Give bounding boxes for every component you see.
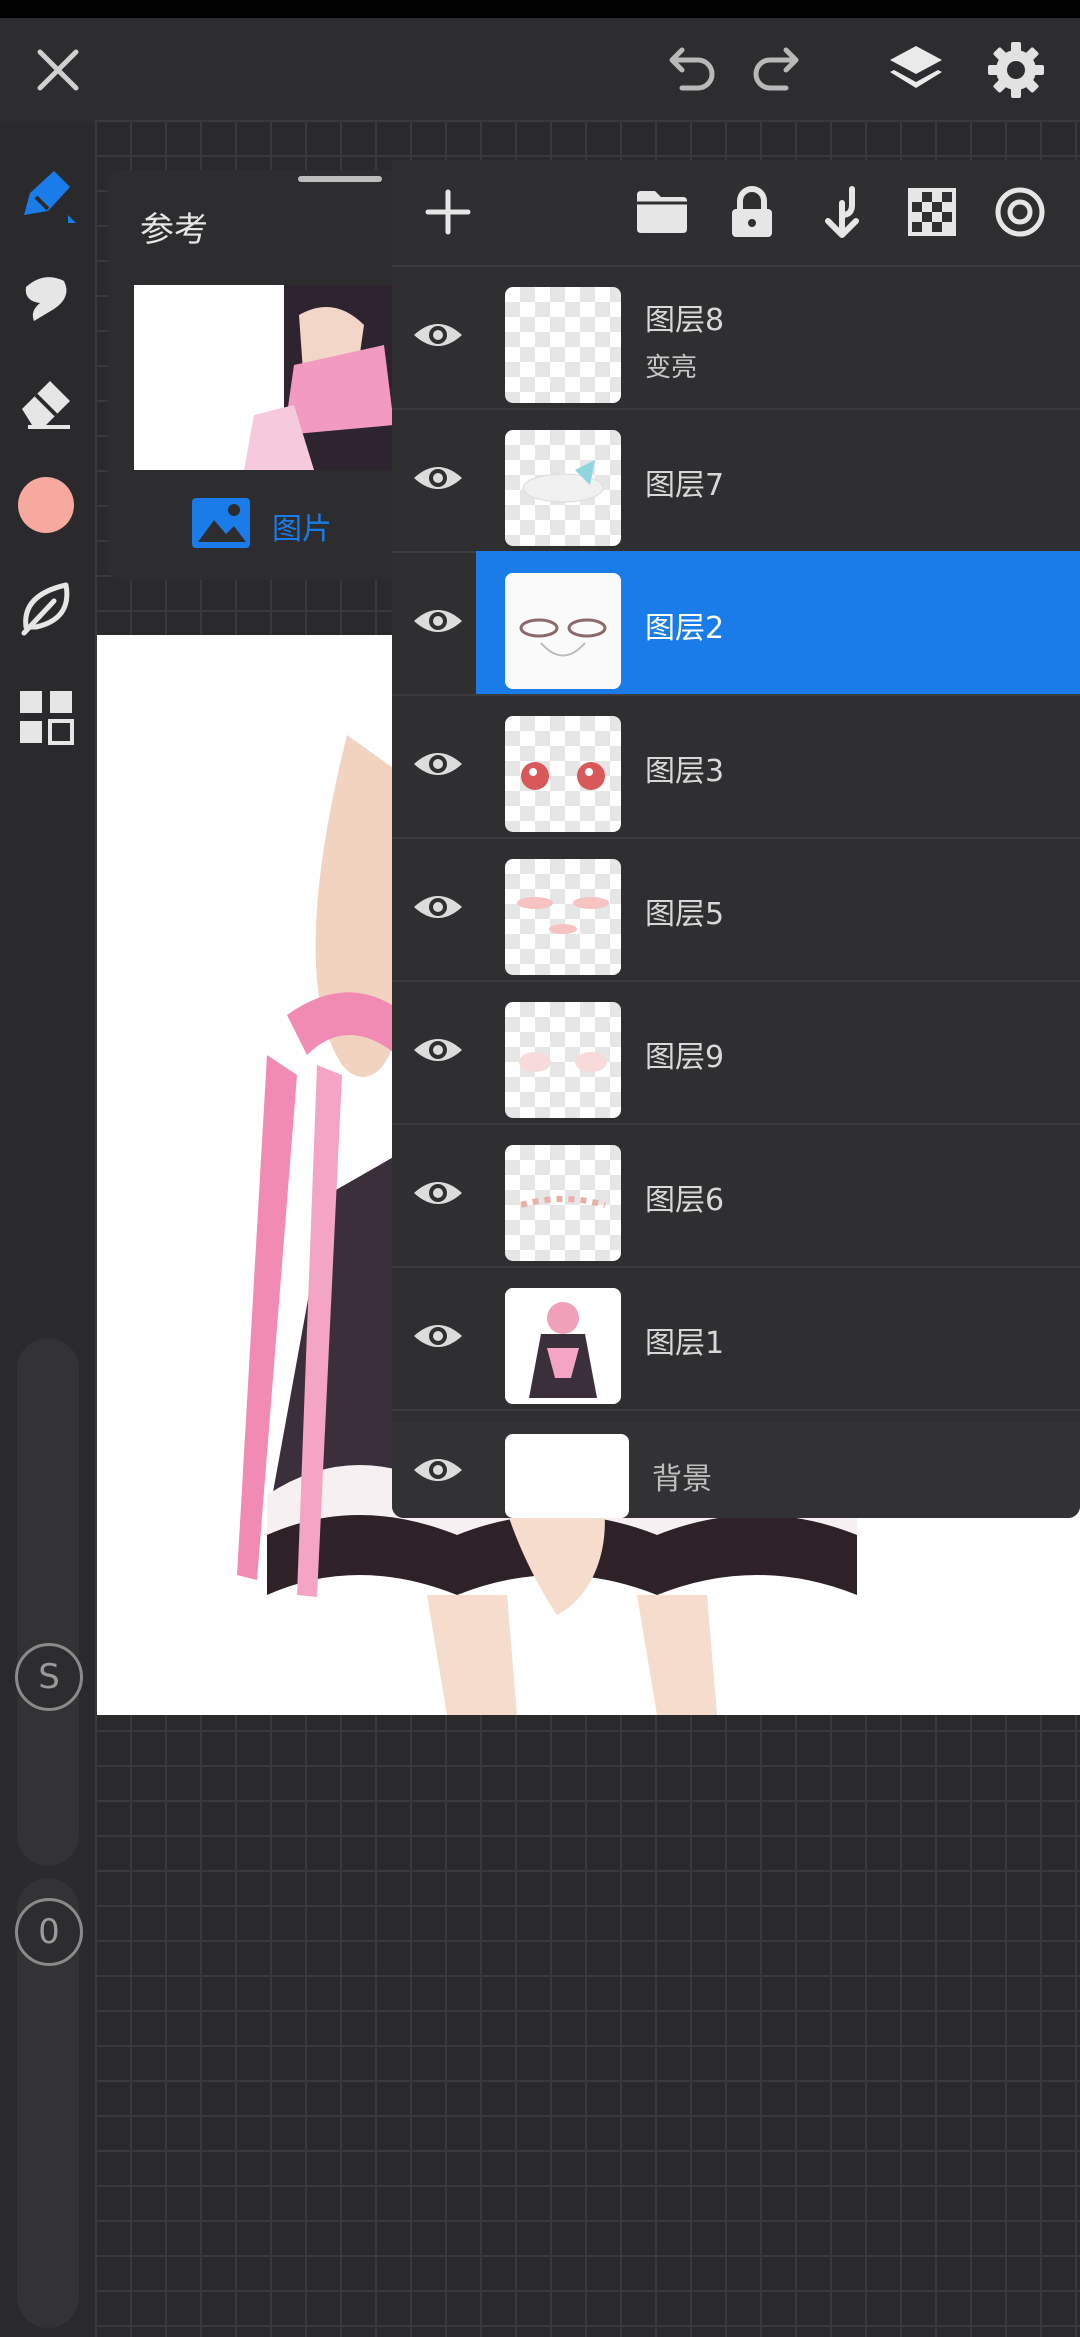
undo-icon[interactable] xyxy=(660,42,720,98)
layer-name: 图层1 xyxy=(645,1326,725,1361)
target-icon[interactable] xyxy=(988,180,1052,244)
eye-icon[interactable] xyxy=(410,450,466,506)
layer-row[interactable]: 图层7 xyxy=(392,408,1080,553)
layer-row[interactable]: 图层9 xyxy=(392,980,1080,1125)
grid-icon[interactable] xyxy=(14,685,78,749)
layer-row[interactable]: 图层3 xyxy=(392,694,1080,839)
eye-icon[interactable] xyxy=(410,593,466,649)
layer-blend-mode: 变亮 xyxy=(645,353,698,383)
layer-row[interactable]: 图层6 xyxy=(392,1123,1080,1268)
eye-icon[interactable] xyxy=(410,1165,466,1221)
reference-image-tab[interactable]: 图片 xyxy=(190,492,350,556)
eye-icon[interactable] xyxy=(410,1442,466,1498)
layer-thumbnail xyxy=(505,716,621,832)
top-bar xyxy=(0,18,1080,123)
layers-panel-header xyxy=(392,160,1080,267)
eye-icon[interactable] xyxy=(410,736,466,792)
leaf-icon[interactable] xyxy=(14,575,78,639)
folder-icon[interactable] xyxy=(630,180,694,244)
size-slider-label: S xyxy=(38,1657,60,1697)
layer-thumbnail xyxy=(505,287,621,403)
background-layer-name: 背景 xyxy=(652,1462,712,1497)
left-toolbar: S 0 xyxy=(0,123,95,2337)
brush-icon[interactable] xyxy=(14,165,78,229)
smudge-icon[interactable] xyxy=(14,267,78,331)
background-layer-thumbnail xyxy=(505,1434,629,1518)
eye-icon[interactable] xyxy=(410,879,466,935)
layer-name: 图层2 xyxy=(645,611,725,646)
alpha-lock-icon[interactable] xyxy=(900,180,964,244)
opacity-slider-knob[interactable]: 0 xyxy=(15,1898,83,1966)
reference-panel: 参考 图片 xyxy=(108,170,408,580)
eye-icon[interactable] xyxy=(410,307,466,363)
eraser-icon[interactable] xyxy=(14,369,78,433)
image-icon xyxy=(190,496,252,550)
layers-icon[interactable] xyxy=(884,38,948,102)
settings-icon[interactable] xyxy=(984,38,1048,102)
layers-panel: 图层8 变亮图层7 图层2 图层3 图层5 图层9 图层6 图层1 背景 xyxy=(392,160,1080,1518)
reference-image xyxy=(134,285,408,470)
merge-down-icon[interactable] xyxy=(810,180,874,244)
layer-row[interactable]: 图层5 xyxy=(392,837,1080,982)
opacity-slider-label: 0 xyxy=(38,1912,60,1952)
layer-name: 图层8 xyxy=(645,303,725,338)
layer-thumbnail xyxy=(505,1145,621,1261)
brush-size-slider[interactable] xyxy=(17,1338,79,1866)
layer-row[interactable]: 图层1 xyxy=(392,1266,1080,1411)
reference-image-tab-label: 图片 xyxy=(272,512,332,547)
drag-handle[interactable] xyxy=(298,176,382,182)
status-bar xyxy=(0,0,1080,18)
eye-icon[interactable] xyxy=(410,1022,466,1078)
layer-name: 图层5 xyxy=(645,897,725,932)
layer-thumbnail xyxy=(505,573,621,689)
eye-icon[interactable] xyxy=(410,1308,466,1364)
size-slider-knob[interactable]: S xyxy=(15,1643,83,1711)
lock-icon[interactable] xyxy=(720,180,784,244)
layer-row[interactable]: 图层2 xyxy=(392,551,1080,696)
layer-thumbnail xyxy=(505,1002,621,1118)
layer-row[interactable]: 图层8 变亮 xyxy=(392,265,1080,410)
close-icon[interactable] xyxy=(28,40,88,100)
layer-name: 图层3 xyxy=(645,754,725,789)
layer-name: 图层6 xyxy=(645,1183,725,1218)
add-icon[interactable] xyxy=(416,180,480,244)
background-layer-row[interactable]: 背景 xyxy=(392,1422,1080,1518)
layer-name: 图层7 xyxy=(645,468,725,503)
reference-panel-title: 参考 xyxy=(140,210,208,250)
layer-thumbnail xyxy=(505,859,621,975)
redo-icon[interactable] xyxy=(748,42,808,98)
layer-thumbnail xyxy=(505,1288,621,1404)
layer-thumbnail xyxy=(505,430,621,546)
layer-name: 图层9 xyxy=(645,1040,725,1075)
color-swatch[interactable] xyxy=(14,473,78,537)
